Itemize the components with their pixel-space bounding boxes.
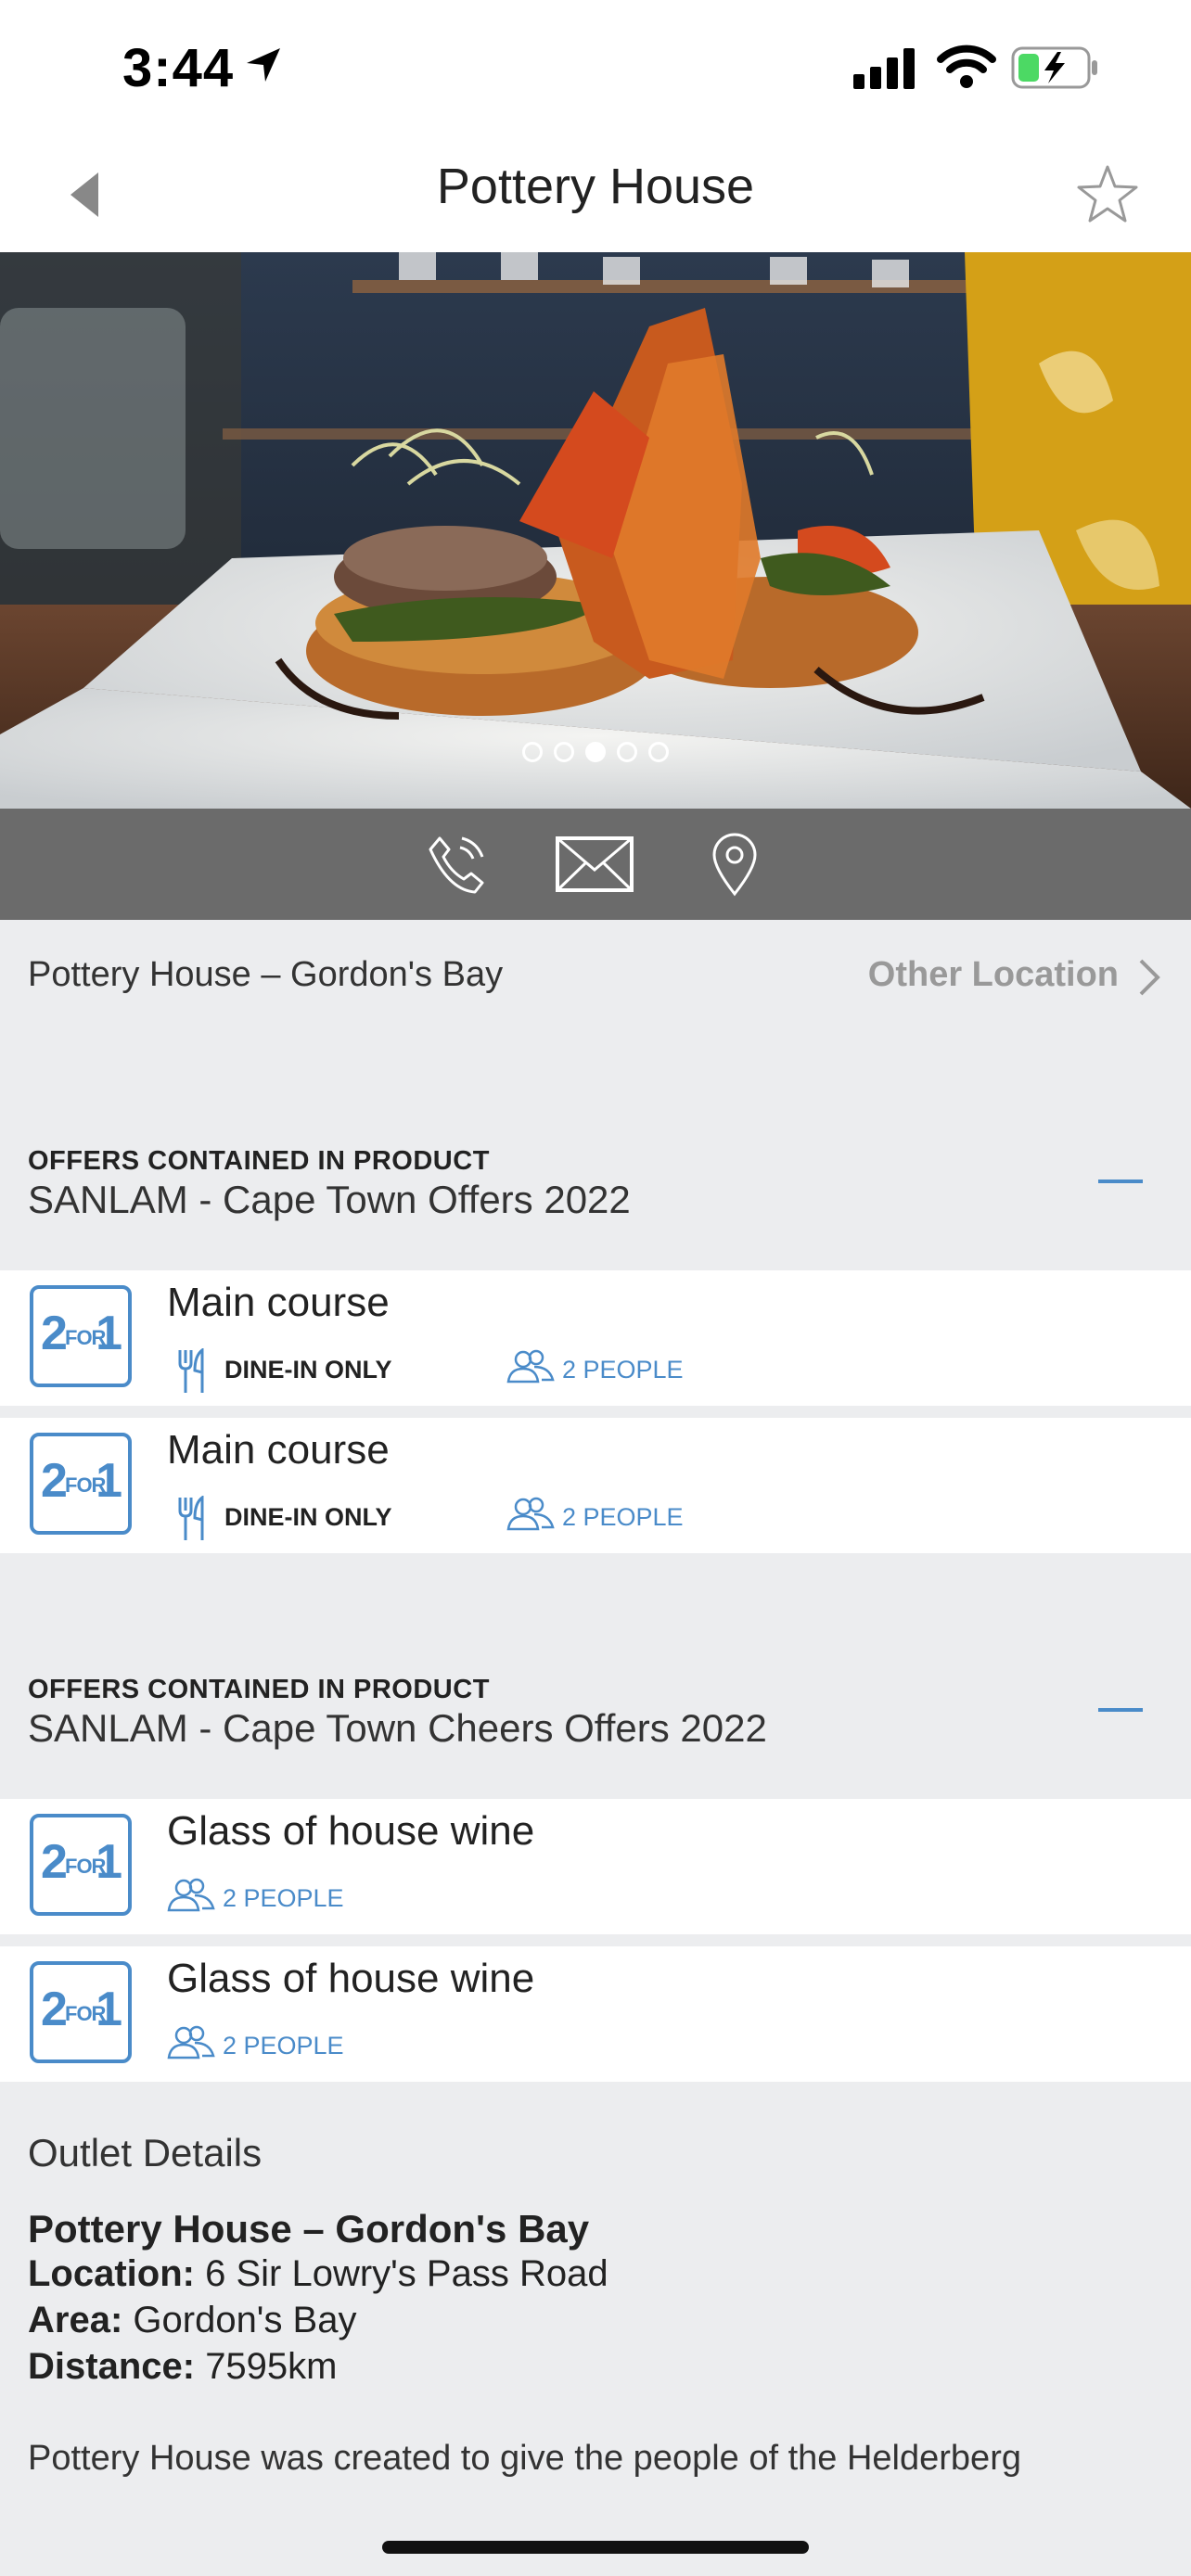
- status-time: 3:44: [122, 38, 235, 98]
- location-arrow-icon: [247, 48, 280, 82]
- mail-icon[interactable]: [555, 831, 634, 898]
- collapse-minus-icon[interactable]: [1098, 1180, 1143, 1183]
- contact-action-bar: [0, 809, 1191, 920]
- food-photo: [0, 252, 1191, 809]
- offer-title: Main course: [167, 1427, 390, 1473]
- outlet-description: Pottery House was created to give the pe…: [28, 2439, 1021, 2478]
- dine-in-tag: DINE-IN ONLY: [176, 1494, 392, 1549]
- location-row: Pottery House – Gordon's Bay Other Locat…: [0, 920, 1191, 1035]
- people-tag: 2 PEOPLE: [506, 1348, 684, 1392]
- section-title: SANLAM - Cape Town Offers 2022: [28, 1178, 631, 1221]
- phone-icon[interactable]: [423, 831, 490, 898]
- two-for-one-badge-icon: 2 FOR 1: [30, 1285, 132, 1387]
- offer-row[interactable]: 2 FOR 1 Glass of house wine 2 PEOPLE: [0, 1799, 1191, 1934]
- carousel-dot[interactable]: [617, 742, 637, 762]
- offer-title: Glass of house wine: [167, 1956, 535, 2001]
- battery-charging-icon: [1011, 46, 1097, 89]
- chevron-right-icon[interactable]: [1135, 957, 1163, 998]
- two-for-one-badge-icon: 2 FOR 1: [30, 1433, 132, 1535]
- people-tag: 2 PEOPLE: [506, 1496, 684, 1539]
- section-kicker: OFFERS CONTAINED IN PRODUCT: [28, 1675, 490, 1704]
- status-bar: 3:44: [0, 0, 1191, 139]
- offer-row[interactable]: 2 FOR 1 Main course DINE-IN ONLY 2 PEOPLE: [0, 1418, 1191, 1553]
- outlet-location-name: Pottery House – Gordon's Bay: [28, 955, 504, 994]
- other-location-link[interactable]: Other Location: [868, 955, 1119, 995]
- cellular-signal-icon: [853, 48, 915, 89]
- two-for-one-badge-icon: 2 FOR 1: [30, 1961, 132, 2063]
- cutlery-icon: [178, 1346, 204, 1393]
- people-icon: [167, 2025, 215, 2060]
- cutlery-icon: [178, 1494, 204, 1540]
- outlet-name: Pottery House – Gordon's Bay: [28, 2207, 590, 2251]
- offer-title: Glass of house wine: [167, 1808, 535, 1854]
- people-icon: [506, 1349, 555, 1384]
- outlet-details-heading: Outlet Details: [28, 2131, 263, 2174]
- offer-title: Main course: [167, 1280, 390, 1325]
- outlet-area: Area: Gordon's Bay: [28, 2300, 357, 2340]
- dine-in-tag: DINE-IN ONLY: [176, 1346, 392, 1401]
- people-tag: 2 PEOPLE: [167, 2024, 344, 2068]
- collapse-minus-icon[interactable]: [1098, 1708, 1143, 1712]
- section-title: SANLAM - Cape Town Cheers Offers 2022: [28, 1706, 767, 1750]
- two-for-one-badge-icon: 2 FOR 1: [30, 1814, 132, 1916]
- people-tag: 2 PEOPLE: [167, 1877, 344, 1920]
- wifi-icon: [937, 45, 996, 88]
- people-icon: [506, 1497, 555, 1531]
- offer-row[interactable]: 2 FOR 1 Main course DINE-IN ONLY 2 PEOPLE: [0, 1270, 1191, 1406]
- offer-row[interactable]: 2 FOR 1 Glass of house wine 2 PEOPLE: [0, 1946, 1191, 2082]
- carousel-dot-active[interactable]: [585, 742, 606, 762]
- section-kicker: OFFERS CONTAINED IN PRODUCT: [28, 1146, 490, 1176]
- people-icon: [167, 1878, 215, 1912]
- map-pin-icon[interactable]: [709, 831, 761, 898]
- carousel-dot[interactable]: [648, 742, 669, 762]
- carousel-dot[interactable]: [554, 742, 574, 762]
- hero-image-carousel[interactable]: [0, 252, 1191, 809]
- carousel-dot[interactable]: [522, 742, 543, 762]
- navigation-bar: Pottery House: [0, 139, 1191, 252]
- page-title: Pottery House: [436, 159, 755, 214]
- carousel-pagination: [0, 742, 1191, 762]
- outlet-location: Location: 6 Sir Lowry's Pass Road: [28, 2253, 608, 2294]
- home-indicator[interactable]: [382, 2541, 809, 2554]
- outlet-distance: Distance: 7595km: [28, 2346, 338, 2387]
- favorite-star-icon[interactable]: [1074, 161, 1141, 228]
